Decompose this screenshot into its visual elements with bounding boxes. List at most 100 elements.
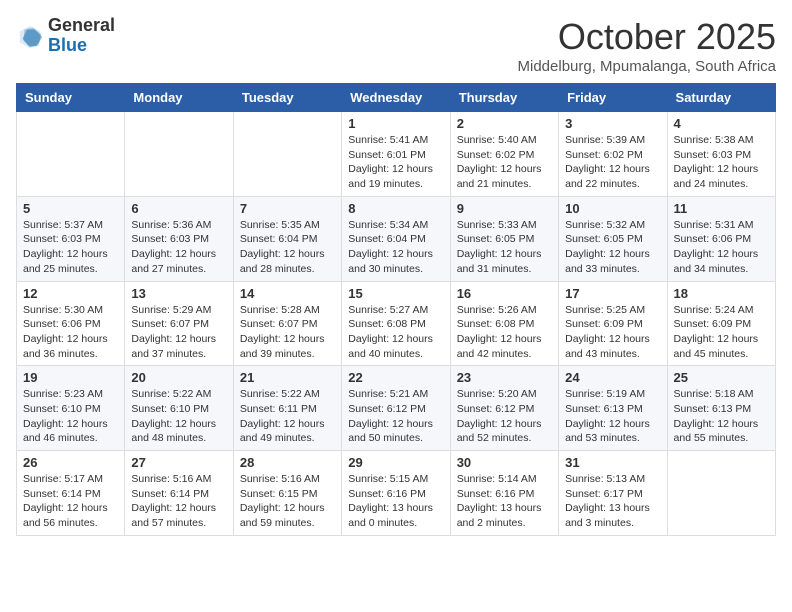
- table-row: 8 Sunrise: 5:34 AMSunset: 6:04 PMDaylight…: [342, 196, 450, 281]
- day-info: Sunrise: 5:27 AMSunset: 6:08 PMDaylight:…: [348, 303, 443, 362]
- calendar-week-row: 1 Sunrise: 5:41 AMSunset: 6:01 PMDaylight…: [17, 112, 776, 197]
- col-sunday: Sunday: [17, 84, 125, 112]
- table-row: 9 Sunrise: 5:33 AMSunset: 6:05 PMDaylight…: [450, 196, 558, 281]
- day-info: Sunrise: 5:16 AMSunset: 6:14 PMDaylight:…: [131, 472, 226, 531]
- col-monday: Monday: [125, 84, 233, 112]
- day-number: 25: [674, 370, 769, 385]
- day-info: Sunrise: 5:38 AMSunset: 6:03 PMDaylight:…: [674, 133, 769, 192]
- table-row: 2 Sunrise: 5:40 AMSunset: 6:02 PMDaylight…: [450, 112, 558, 197]
- day-number: 4: [674, 116, 769, 131]
- table-row: 24 Sunrise: 5:19 AMSunset: 6:13 PMDayligh…: [559, 366, 667, 451]
- location-subtitle: Middelburg, Mpumalanga, South Africa: [518, 58, 776, 75]
- day-info: Sunrise: 5:34 AMSunset: 6:04 PMDaylight:…: [348, 218, 443, 277]
- col-wednesday: Wednesday: [342, 84, 450, 112]
- day-number: 9: [457, 201, 552, 216]
- day-info: Sunrise: 5:20 AMSunset: 6:12 PMDaylight:…: [457, 387, 552, 446]
- day-number: 13: [131, 286, 226, 301]
- table-row: 14Sunrise: 5:28 AMSunset: 6:07 PMDayligh…: [233, 281, 341, 366]
- day-number: 20: [131, 370, 226, 385]
- table-row: 26Sunrise: 5:17 AMSunset: 6:14 PMDayligh…: [17, 451, 125, 536]
- calendar-week-row: 12 Sunrise: 5:30 AMSunset: 6:06 PMDayligh…: [17, 281, 776, 366]
- day-info: Sunrise: 5:36 AMSunset: 6:03 PMDaylight:…: [131, 218, 226, 277]
- day-number: 5: [23, 201, 118, 216]
- day-info: Sunrise: 5:14 AMSunset: 6:16 PMDaylight:…: [457, 472, 552, 531]
- col-saturday: Saturday: [667, 84, 775, 112]
- day-number: 7: [240, 201, 335, 216]
- day-info: Sunrise: 5:15 AMSunset: 6:16 PMDaylight:…: [348, 472, 443, 531]
- table-row: 12 Sunrise: 5:30 AMSunset: 6:06 PMDayligh…: [17, 281, 125, 366]
- table-row: 11Sunrise: 5:31 AMSunset: 6:06 PMDayligh…: [667, 196, 775, 281]
- logo-icon: [16, 22, 44, 50]
- table-row: 3 Sunrise: 5:39 AMSunset: 6:02 PMDaylight…: [559, 112, 667, 197]
- calendar-header-row: Sunday Monday Tuesday Wednesday Thursday…: [17, 84, 776, 112]
- day-info: Sunrise: 5:24 AMSunset: 6:09 PMDaylight:…: [674, 303, 769, 362]
- calendar-week-row: 5 Sunrise: 5:37 AMSunset: 6:03 PMDaylight…: [17, 196, 776, 281]
- day-number: 18: [674, 286, 769, 301]
- col-tuesday: Tuesday: [233, 84, 341, 112]
- day-number: 12: [23, 286, 118, 301]
- day-number: 30: [457, 455, 552, 470]
- table-row: 10Sunrise: 5:32 AMSunset: 6:05 PMDayligh…: [559, 196, 667, 281]
- table-row: [233, 112, 341, 197]
- day-info: Sunrise: 5:26 AMSunset: 6:08 PMDaylight:…: [457, 303, 552, 362]
- day-info: Sunrise: 5:32 AMSunset: 6:05 PMDaylight:…: [565, 218, 660, 277]
- day-number: 16: [457, 286, 552, 301]
- day-info: Sunrise: 5:37 AMSunset: 6:03 PMDaylight:…: [23, 218, 118, 277]
- day-info: Sunrise: 5:22 AMSunset: 6:10 PMDaylight:…: [131, 387, 226, 446]
- table-row: 15 Sunrise: 5:27 AMSunset: 6:08 PMDayligh…: [342, 281, 450, 366]
- table-row: 4 Sunrise: 5:38 AMSunset: 6:03 PMDaylight…: [667, 112, 775, 197]
- table-row: 6 Sunrise: 5:36 AMSunset: 6:03 PMDaylight…: [125, 196, 233, 281]
- table-row: [667, 451, 775, 536]
- table-row: 1 Sunrise: 5:41 AMSunset: 6:01 PMDaylight…: [342, 112, 450, 197]
- day-info: Sunrise: 5:35 AMSunset: 6:04 PMDaylight:…: [240, 218, 335, 277]
- day-number: 15: [348, 286, 443, 301]
- table-row: [125, 112, 233, 197]
- day-number: 3: [565, 116, 660, 131]
- table-row: 22 Sunrise: 5:21 AMSunset: 6:12 PMDayligh…: [342, 366, 450, 451]
- day-info: Sunrise: 5:16 AMSunset: 6:15 PMDaylight:…: [240, 472, 335, 531]
- page-header: General Blue October 2025 Middelburg, Mp…: [16, 16, 776, 75]
- day-info: Sunrise: 5:23 AMSunset: 6:10 PMDaylight:…: [23, 387, 118, 446]
- col-thursday: Thursday: [450, 84, 558, 112]
- day-number: 21: [240, 370, 335, 385]
- day-number: 1: [348, 116, 443, 131]
- day-info: Sunrise: 5:22 AMSunset: 6:11 PMDaylight:…: [240, 387, 335, 446]
- day-info: Sunrise: 5:19 AMSunset: 6:13 PMDaylight:…: [565, 387, 660, 446]
- col-friday: Friday: [559, 84, 667, 112]
- day-info: Sunrise: 5:40 AMSunset: 6:02 PMDaylight:…: [457, 133, 552, 192]
- table-row: 18 Sunrise: 5:24 AMSunset: 6:09 PMDayligh…: [667, 281, 775, 366]
- table-row: 13 Sunrise: 5:29 AMSunset: 6:07 PMDayligh…: [125, 281, 233, 366]
- table-row: 30 Sunrise: 5:14 AMSunset: 6:16 PMDayligh…: [450, 451, 558, 536]
- day-number: 6: [131, 201, 226, 216]
- table-row: 20 Sunrise: 5:22 AMSunset: 6:10 PMDayligh…: [125, 366, 233, 451]
- table-row: 28Sunrise: 5:16 AMSunset: 6:15 PMDayligh…: [233, 451, 341, 536]
- day-number: 17: [565, 286, 660, 301]
- table-row: 17 Sunrise: 5:25 AMSunset: 6:09 PMDayligh…: [559, 281, 667, 366]
- day-number: 24: [565, 370, 660, 385]
- day-info: Sunrise: 5:29 AMSunset: 6:07 PMDaylight:…: [131, 303, 226, 362]
- table-row: 29 Sunrise: 5:15 AMSunset: 6:16 PMDayligh…: [342, 451, 450, 536]
- logo: General Blue: [16, 16, 115, 56]
- day-info: Sunrise: 5:25 AMSunset: 6:09 PMDaylight:…: [565, 303, 660, 362]
- day-number: 27: [131, 455, 226, 470]
- day-number: 19: [23, 370, 118, 385]
- table-row: 27 Sunrise: 5:16 AMSunset: 6:14 PMDayligh…: [125, 451, 233, 536]
- table-row: 7 Sunrise: 5:35 AMSunset: 6:04 PMDaylight…: [233, 196, 341, 281]
- day-number: 8: [348, 201, 443, 216]
- table-row: 31Sunrise: 5:13 AMSunset: 6:17 PMDayligh…: [559, 451, 667, 536]
- day-number: 11: [674, 201, 769, 216]
- day-info: Sunrise: 5:21 AMSunset: 6:12 PMDaylight:…: [348, 387, 443, 446]
- month-title: October 2025: [518, 16, 776, 58]
- day-info: Sunrise: 5:30 AMSunset: 6:06 PMDaylight:…: [23, 303, 118, 362]
- table-row: 16 Sunrise: 5:26 AMSunset: 6:08 PMDayligh…: [450, 281, 558, 366]
- day-info: Sunrise: 5:33 AMSunset: 6:05 PMDaylight:…: [457, 218, 552, 277]
- day-info: Sunrise: 5:41 AMSunset: 6:01 PMDaylight:…: [348, 133, 443, 192]
- day-number: 22: [348, 370, 443, 385]
- day-info: Sunrise: 5:39 AMSunset: 6:02 PMDaylight:…: [565, 133, 660, 192]
- day-number: 29: [348, 455, 443, 470]
- day-number: 2: [457, 116, 552, 131]
- calendar-table: Sunday Monday Tuesday Wednesday Thursday…: [16, 83, 776, 536]
- day-number: 23: [457, 370, 552, 385]
- day-info: Sunrise: 5:17 AMSunset: 6:14 PMDaylight:…: [23, 472, 118, 531]
- table-row: 5 Sunrise: 5:37 AMSunset: 6:03 PMDaylight…: [17, 196, 125, 281]
